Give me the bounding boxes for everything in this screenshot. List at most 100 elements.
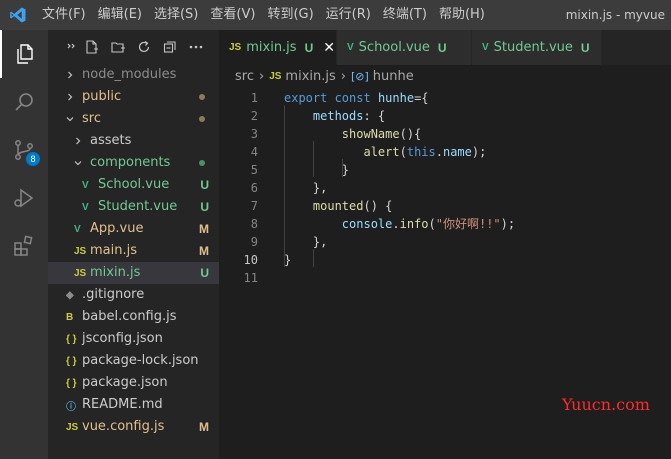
- js-file-icon: JS: [74, 245, 87, 257]
- chevron-right-icon[interactable]: [64, 86, 76, 108]
- explorer-file[interactable]: V Student.vue U: [48, 196, 219, 218]
- explorer-item-label: mixin.js: [90, 265, 141, 280]
- code-token: (: [399, 145, 407, 159]
- watermark: Yuucn.com: [562, 395, 650, 414]
- explorer-file[interactable]: ⓘ README.md: [48, 394, 219, 416]
- explorer-item-label: public: [82, 89, 122, 104]
- code-token: );: [471, 145, 487, 159]
- explorer-file[interactable]: V School.vue U: [48, 174, 219, 196]
- json-file-icon: { }: [66, 333, 77, 345]
- code-token: (: [428, 217, 436, 231]
- code-line: 11: [219, 269, 671, 287]
- code-text: export const hunhe={: [284, 89, 429, 107]
- explorer-item-label: babel.config.js: [82, 309, 177, 324]
- code-line: 6 },: [219, 179, 671, 197]
- new-folder-icon[interactable]: [110, 39, 126, 55]
- explorer-folder[interactable]: public: [48, 86, 219, 108]
- json-file-icon: { }: [66, 355, 77, 367]
- code-token: const: [334, 91, 378, 105]
- explorer-folder[interactable]: node_modules: [48, 64, 219, 86]
- more-actions-icon[interactable]: [188, 39, 204, 55]
- chevron-right-icon[interactable]: [64, 64, 76, 86]
- code-line: 8 console.info("你好啊!!");: [219, 215, 671, 233]
- line-number: 5: [250, 163, 258, 177]
- chevron-right-icon[interactable]: [72, 130, 84, 152]
- collapse-all-icon[interactable]: [162, 39, 178, 55]
- code-text: methods: {: [284, 107, 385, 125]
- window-title: mixin.js - myvue: [565, 8, 665, 22]
- breadcrumb-symbol[interactable]: hunhe: [373, 69, 414, 84]
- explorer-file[interactable]: JS mixin.js U: [48, 262, 219, 284]
- git-file-icon: ◆: [66, 289, 74, 301]
- line-number: 1: [250, 91, 258, 105]
- explorer-folder[interactable]: components: [48, 152, 219, 174]
- chevron-down-icon[interactable]: [72, 152, 84, 174]
- vscode-logo-icon: [0, 0, 36, 30]
- explorer-item-label: Student.vue: [98, 199, 178, 214]
- explorer-file[interactable]: ◆ .gitignore: [48, 284, 219, 306]
- code-token: this: [406, 145, 436, 159]
- breadcrumb: src › JS mixin.js › [⊘] hunhe: [219, 65, 671, 87]
- breadcrumb-folder[interactable]: src: [235, 69, 254, 84]
- menu-item[interactable]: 运行(R): [320, 0, 377, 30]
- chevron-down-icon[interactable]: [64, 108, 76, 130]
- code-token: () {: [363, 199, 393, 213]
- explorer-file[interactable]: { } package-lock.json: [48, 350, 219, 372]
- editor-tab[interactable]: JS mixin.js U ✕: [219, 30, 337, 65]
- git-status-badge: U: [437, 40, 447, 55]
- source-control-icon[interactable]: 8: [0, 126, 48, 174]
- code-token: export: [284, 91, 335, 105]
- close-icon[interactable]: ✕: [323, 40, 335, 56]
- code-token: },: [284, 235, 328, 249]
- title-bar: 文件(F) 编辑(E) 选择(S) 查看(V) 转到(G) 运行(R) 终端(T) 帮助(H)…: [0, 0, 671, 30]
- code-text: },: [284, 179, 327, 197]
- vue-file-icon: V: [482, 42, 489, 53]
- explorer-file[interactable]: V App.vue M: [48, 218, 219, 240]
- git-status-badge: U: [200, 266, 209, 280]
- menu-item[interactable]: 选择(S): [148, 0, 204, 30]
- explorer-toolbar: [48, 30, 219, 64]
- code-token: name: [442, 145, 472, 159]
- explorer-item-label: README.md: [82, 397, 163, 412]
- refresh-icon[interactable]: [136, 39, 152, 55]
- explorer-file[interactable]: Bbabel.config.js: [48, 306, 219, 328]
- explorer-folder[interactable]: assets: [48, 130, 219, 152]
- git-status-badge: U: [580, 40, 590, 55]
- code-text: mounted() {: [284, 197, 392, 215]
- vue-file-icon: V: [347, 42, 354, 53]
- editor-area: JS mixin.js U ✕ V School.vue U V Student.vue U sr…: [219, 30, 671, 459]
- code-token: "你好啊!!": [435, 217, 501, 231]
- editor-tab[interactable]: V School.vue U: [337, 30, 472, 65]
- menu-item[interactable]: 编辑(E): [92, 0, 148, 30]
- breadcrumb-file[interactable]: mixin.js: [285, 69, 335, 84]
- menu-item[interactable]: 转到(G): [261, 0, 319, 30]
- search-icon[interactable]: [0, 78, 48, 126]
- explorer-icon[interactable]: [0, 30, 48, 78]
- explorer-item-label: School.vue: [98, 177, 170, 192]
- line-number: 11: [243, 271, 258, 285]
- explorer-file[interactable]: { } jsconfig.json: [48, 328, 219, 350]
- git-status-badge: M: [199, 420, 209, 434]
- run-debug-icon[interactable]: [0, 174, 48, 222]
- vue-file-icon: V: [82, 179, 89, 191]
- js-file-icon: JS: [229, 42, 242, 53]
- menu-item[interactable]: 帮助(H): [433, 0, 491, 30]
- explorer-folder[interactable]: src: [48, 108, 219, 130]
- code-token: mounted: [312, 199, 364, 213]
- new-file-icon[interactable]: [84, 39, 100, 55]
- tab-label: Student.vue: [493, 40, 573, 55]
- extensions-icon[interactable]: [0, 222, 48, 270]
- menu-item[interactable]: 终端(T): [377, 0, 433, 30]
- explorer-file[interactable]: JS vue.config.js M: [48, 416, 219, 438]
- menu-item[interactable]: 查看(V): [204, 0, 261, 30]
- line-number: 2: [250, 109, 258, 123]
- line-number: 6: [250, 181, 258, 195]
- explorer-file[interactable]: JS main.js M: [48, 240, 219, 262]
- explorer-file[interactable]: { } package.json: [48, 372, 219, 394]
- menu-item[interactable]: 文件(F): [36, 0, 92, 30]
- code-line: 3 showName(){: [219, 125, 671, 143]
- js-file-icon: JS: [269, 70, 282, 82]
- editor-tab[interactable]: V Student.vue U: [472, 30, 602, 65]
- collapse-folders-icon[interactable]: [64, 39, 80, 55]
- code-text: showName(){: [284, 125, 421, 143]
